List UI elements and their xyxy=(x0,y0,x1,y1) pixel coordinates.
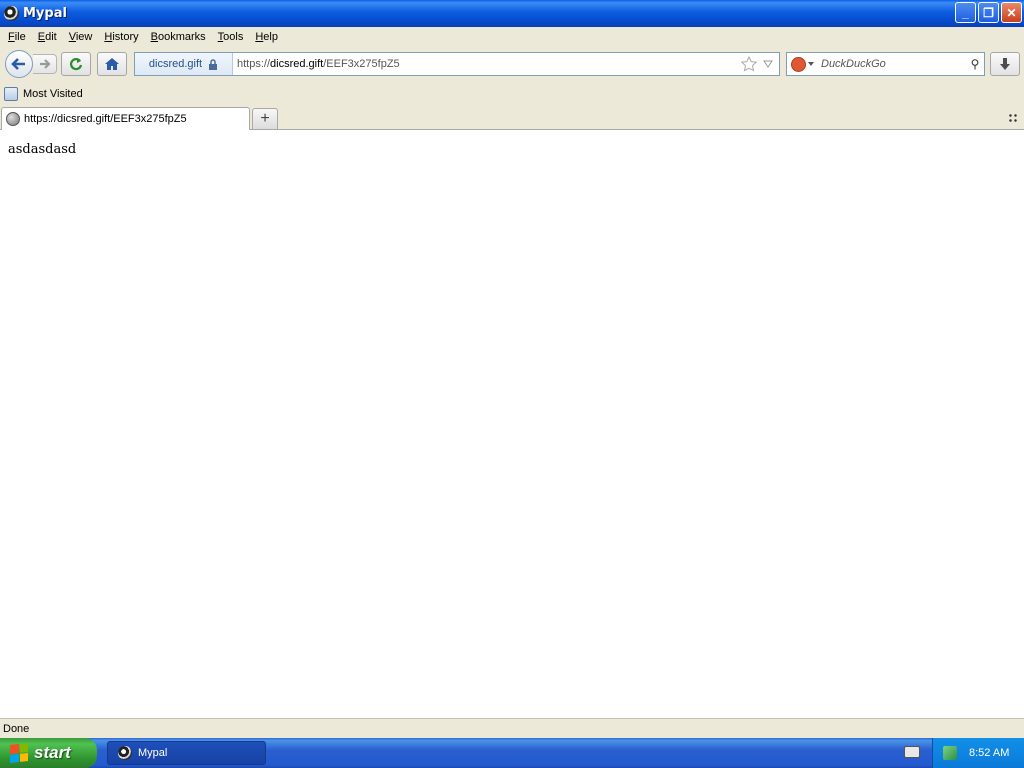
url-scheme: https:// xyxy=(237,58,271,70)
new-tab-button[interactable]: + xyxy=(252,108,278,129)
taskbar-item-label: Mypal xyxy=(138,747,168,759)
taskbar: start Mypal 8:52 AM xyxy=(0,738,1024,768)
downloads-button[interactable] xyxy=(990,52,1020,76)
menu-bookmarks[interactable]: Bookmarks xyxy=(145,31,212,43)
menu-file[interactable]: File xyxy=(2,31,32,43)
url-host: dicsred.gift xyxy=(270,58,324,70)
app-icon xyxy=(118,746,132,760)
chevron-down-icon xyxy=(807,62,814,66)
taskbar-item-mypal[interactable]: Mypal xyxy=(107,741,266,765)
start-label: start xyxy=(34,743,71,762)
bookmark-most-visited[interactable]: Most Visited xyxy=(23,88,83,100)
menu-view[interactable]: View xyxy=(63,31,99,43)
tab-active[interactable]: https://dicsred.gift/EEF3x275fpZ5 xyxy=(1,107,250,130)
menu-history[interactable]: History xyxy=(98,31,144,43)
url-bar-icons xyxy=(741,56,779,72)
menu-edit[interactable]: Edit xyxy=(32,31,63,43)
search-icon[interactable]: ⚲ xyxy=(966,57,984,71)
bookmark-folder-icon xyxy=(4,87,18,101)
search-bar[interactable]: DuckDuckGo ⚲ xyxy=(786,52,985,76)
search-engine-button[interactable] xyxy=(787,56,817,72)
menu-label: dit xyxy=(45,30,57,43)
title-bar: Mypal _ ❐ ✕ xyxy=(0,0,1024,27)
home-icon xyxy=(105,58,119,70)
clock: 8:52 AM xyxy=(969,747,1010,759)
system-tray: 8:52 AM xyxy=(932,738,1024,768)
menu-tools[interactable]: Tools xyxy=(212,31,250,43)
back-button[interactable] xyxy=(5,50,33,78)
forward-button[interactable] xyxy=(33,54,57,74)
app-icon xyxy=(4,6,19,21)
windows-flag-icon xyxy=(10,743,28,763)
home-button[interactable] xyxy=(97,52,127,76)
menu-accel: E xyxy=(37,30,46,43)
forward-icon xyxy=(39,59,51,69)
lock-icon xyxy=(209,58,218,70)
tab-title: https://dicsred.gift/EEF3x275fpZ5 xyxy=(24,113,187,125)
search-input[interactable]: DuckDuckGo xyxy=(817,58,966,70)
menu-label: elp xyxy=(263,30,278,43)
url-path: /EEF3x275fpZ5 xyxy=(323,58,400,70)
menu-label: ookmarks xyxy=(157,30,206,43)
reload-icon xyxy=(69,58,83,71)
menu-help[interactable]: Help xyxy=(249,31,284,43)
site-identity-button[interactable]: dicsred.gift xyxy=(135,53,233,75)
star-icon[interactable] xyxy=(741,56,757,72)
tab-list-icon[interactable] xyxy=(1008,113,1018,123)
close-button[interactable]: ✕ xyxy=(1001,2,1022,23)
status-text: Done xyxy=(3,722,30,735)
navigation-toolbar: dicsred.gift https://dicsred.gift/EEF3x2… xyxy=(0,46,1024,82)
menu-accel: V xyxy=(68,30,76,43)
url-field[interactable]: https://dicsred.gift/EEF3x275fpZ5 xyxy=(233,58,741,70)
url-bar[interactable]: dicsred.gift https://dicsred.gift/EEF3x2… xyxy=(134,52,780,76)
menu-label: iew xyxy=(75,30,93,43)
dropdown-icon[interactable] xyxy=(763,60,773,68)
status-bar: Done xyxy=(0,718,1024,738)
network-icon[interactable] xyxy=(943,746,957,760)
menu-accel: F xyxy=(8,30,15,43)
page-body-text: asdasdasd xyxy=(8,142,77,157)
duckduckgo-icon xyxy=(790,56,806,72)
reload-button[interactable] xyxy=(61,52,91,76)
window-controls: _ ❐ ✕ xyxy=(955,2,1022,23)
back-icon xyxy=(11,58,25,70)
window-title: Mypal xyxy=(23,6,67,21)
page-content: asdasdasd xyxy=(0,130,1024,718)
menu-accel: B xyxy=(150,30,158,43)
bookmarks-toolbar: Most Visited xyxy=(0,82,1024,106)
keyboard-icon[interactable] xyxy=(904,746,920,758)
site-identity-label: dicsred.gift xyxy=(148,58,203,70)
download-icon xyxy=(1000,58,1010,70)
globe-icon xyxy=(6,112,20,126)
menu-label: istory xyxy=(112,30,139,43)
restore-button[interactable]: ❐ xyxy=(978,2,999,23)
menu-label: ile xyxy=(14,30,26,43)
tab-strip: https://dicsred.gift/EEF3x275fpZ5 + xyxy=(0,106,1024,130)
menu-bar: File Edit View History Bookmarks Tools H… xyxy=(0,27,1024,46)
start-button[interactable]: start xyxy=(0,738,97,768)
minimize-button[interactable]: _ xyxy=(955,2,976,23)
menu-label: ools xyxy=(223,30,244,43)
